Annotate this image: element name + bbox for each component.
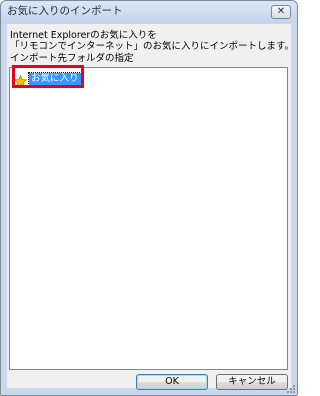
description-text: Internet Explorerのお気に入りを 「リモコンでインターネット」の… [10,30,294,52]
annotation-highlight-box [12,65,84,88]
folder-tree[interactable]: お気に入り [9,67,288,370]
ok-button[interactable]: OK [136,374,208,390]
window-title: お気に入りのインポート [7,5,123,17]
dialog-body: Internet Explorerのお気に入りを 「リモコンでインターネット」の… [7,24,294,390]
description-line-2: 「リモコンでインターネット」のお気に入りにインポートします。 [10,41,295,52]
description-line-1: Internet Explorerのお気に入りを [10,30,157,41]
destination-folder-label: インポート先フォルダの指定 [10,53,134,64]
import-favorites-dialog: お気に入りのインポート ✕ Internet Explorerのお気に入りを 「… [0,0,298,396]
title-bar[interactable]: お気に入りのインポート ✕ [1,1,297,23]
close-button[interactable]: ✕ [271,5,291,19]
resize-grip-icon[interactable] [286,384,296,394]
cancel-button[interactable]: キャンセル [216,374,288,390]
